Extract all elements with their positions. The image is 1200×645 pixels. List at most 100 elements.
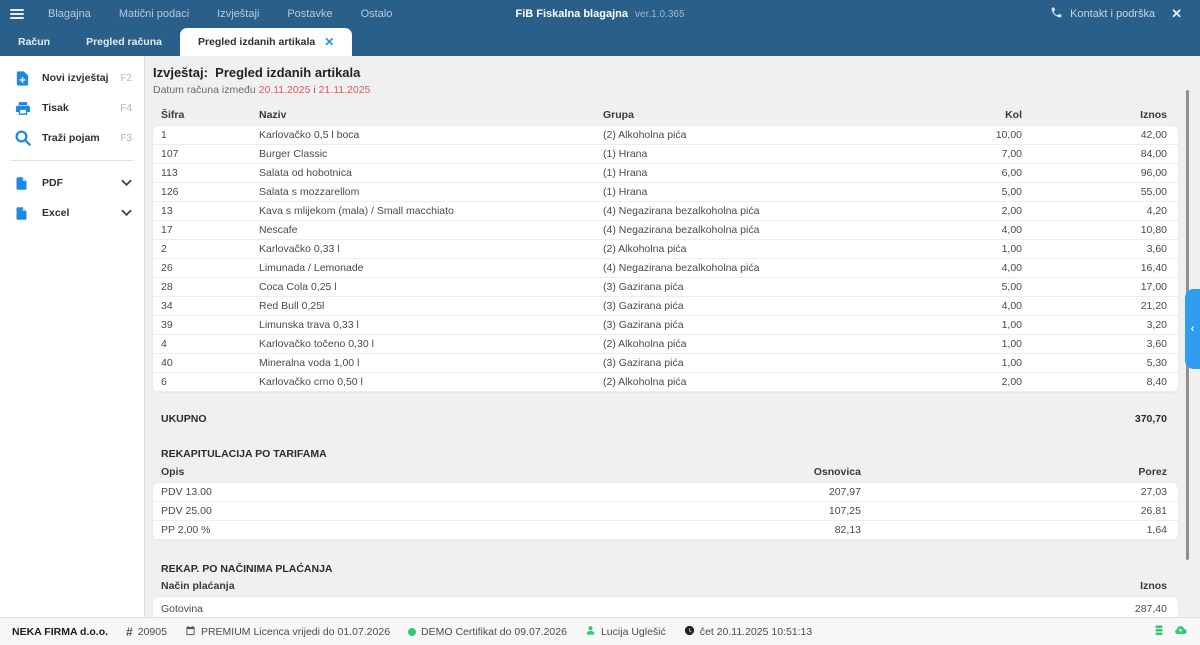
cell-iznos: 55,00 — [1022, 183, 1167, 202]
tab-racun[interactable]: Račun — [0, 28, 68, 56]
panel-expand-handle[interactable]: ‹ — [1185, 289, 1200, 369]
date-to[interactable]: 21.11.2025 — [319, 84, 371, 96]
cell-porez: 1,64 — [861, 521, 1167, 540]
table-row[interactable]: 28 Coca Cola 0,25 l (3) Gazirana pića 5,… — [153, 278, 1178, 297]
sidebar-item-pdf-export[interactable]: PDF — [0, 168, 144, 198]
clock-icon — [684, 625, 695, 639]
table-row[interactable]: 113 Salata od hobotnica (1) Hrana 6,00 9… — [153, 164, 1178, 183]
cell-kol: 7,00 — [902, 145, 1022, 164]
report-title: Izvještaj: Pregled izdanih artikala — [153, 65, 1178, 80]
cell-osnovica: 207,97 — [561, 483, 861, 502]
menu-maticni-podaci[interactable]: Matični podaci — [105, 0, 203, 28]
payment-recap-title: REKAP. PO NAČINIMA PLAĆANJA — [153, 563, 1178, 575]
cell-iznos: 10,80 — [1022, 221, 1167, 240]
tab-close-icon[interactable]: ✕ — [324, 36, 334, 48]
sidebar-item-trazi-pojam[interactable]: Traži pojam F3 — [0, 123, 144, 153]
table-row[interactable]: 107 Burger Classic (1) Hrana 7,00 84,00 — [153, 145, 1178, 164]
phone-icon — [1050, 6, 1063, 22]
cell-naziv: Burger Classic — [259, 145, 603, 164]
tab-pregled-izdanih-artikala[interactable]: Pregled izdanih artikala ✕ — [180, 28, 352, 56]
col-nacin-placanja: Način plaćanja — [161, 580, 1007, 592]
cell-grupa: (4) Negazirana bezalkoholna pića — [603, 221, 902, 240]
table-row[interactable]: 6 Karlovačko crno 0,50 l (2) Alkoholna p… — [153, 373, 1178, 392]
sidebar-item-label: Excel — [42, 207, 121, 219]
cell-sifra: 17 — [161, 221, 259, 240]
cell-sifra: 1 — [161, 126, 259, 145]
cell-osnovica: 82,13 — [561, 521, 861, 540]
user-name: Lucija Uglešić — [601, 626, 666, 638]
cell-sifra: 13 — [161, 202, 259, 221]
sidebar-item-tisak[interactable]: Tisak F4 — [0, 93, 144, 123]
contact-support-label: Kontakt i podrška — [1070, 8, 1155, 20]
tab-pregled-racuna[interactable]: Pregled računa — [68, 28, 180, 56]
table-row[interactable]: 2 Karlovačko 0,33 l (2) Alkoholna pića 1… — [153, 240, 1178, 259]
cell-grupa: (2) Alkoholna pića — [603, 335, 902, 354]
sidebar-item-novi-izvjestaj[interactable]: Novi izvještaj F2 — [0, 63, 144, 93]
sidebar-item-label: Tisak — [42, 102, 120, 114]
terminal-number: 20905 — [138, 626, 167, 638]
menu-postavke[interactable]: Postavke — [273, 0, 346, 28]
sidebar-item-excel-export[interactable]: Excel — [0, 198, 144, 228]
cell-iznos: 17,00 — [1022, 278, 1167, 297]
menu-ostalo[interactable]: Ostalo — [347, 0, 407, 28]
excel-file-icon — [14, 204, 34, 222]
items-table: 1 Karlovačko 0,5 l boca (2) Alkoholna pi… — [153, 126, 1178, 392]
cell-kol: 2,00 — [902, 202, 1022, 221]
current-datetime: čet 20.11.2025 10:51:13 — [700, 626, 813, 638]
table-row[interactable]: 13 Kava s mlijekom (mala) / Small macchi… — [153, 202, 1178, 221]
cell-kol: 4,00 — [902, 297, 1022, 316]
calendar-icon — [185, 625, 196, 639]
cell-iznos: 5,30 — [1022, 354, 1167, 373]
chevron-down-icon[interactable] — [121, 174, 132, 192]
app-name: FiB Fiskalna blagajna — [515, 8, 627, 20]
col-sifra: Šifra — [161, 109, 259, 121]
col-grupa: Grupa — [603, 109, 902, 121]
table-row[interactable]: 40 Mineralna voda 1,00 l (3) Gazirana pi… — [153, 354, 1178, 373]
col-osnovica: Osnovica — [561, 466, 861, 478]
date-range-label: Datum računa između — [153, 84, 256, 96]
date-from[interactable]: 20.11.2025 — [259, 84, 311, 96]
cell-grupa: (4) Negazirana bezalkoholna pića — [603, 202, 902, 221]
sidebar-item-label: Traži pojam — [42, 132, 120, 144]
hamburger-menu-icon[interactable] — [0, 7, 34, 21]
cell-grupa: (1) Hrana — [603, 145, 902, 164]
cell-opis: PP 2,00 % — [161, 521, 561, 540]
menu-blagajna[interactable]: Blagajna — [34, 0, 105, 28]
table-row[interactable]: 39 Limunska trava 0,33 l (3) Gazirana pi… — [153, 316, 1178, 335]
pdf-file-icon — [14, 174, 34, 192]
status-bar: NEKA FIRMA d.o.o. # 20905 PREMIUM Licenc… — [0, 617, 1200, 645]
cell-porez: 26,81 — [861, 502, 1167, 521]
cell-kol: 10,00 — [902, 126, 1022, 145]
chevron-down-icon[interactable] — [121, 204, 132, 222]
table-row[interactable]: 17 Nescafe (4) Negazirana bezalkoholna p… — [153, 221, 1178, 240]
table-row[interactable]: 26 Limunada / Lemonade (4) Negazirana be… — [153, 259, 1178, 278]
menu-izvjestaji[interactable]: Izvještaji — [203, 0, 273, 28]
table-row: PP 2,00 % 82,13 1,64 — [153, 521, 1178, 540]
table-row[interactable]: 4 Karlovačko točeno 0,30 l (2) Alkoholna… — [153, 335, 1178, 354]
items-table-header: Šifra Naziv Grupa Kol Iznos — [153, 109, 1178, 121]
cell-sifra: 26 — [161, 259, 259, 278]
cell-sifra: 4 — [161, 335, 259, 354]
certificate-text: DEMO Certifikat do 09.07.2026 — [421, 626, 567, 638]
shortcut-key: F3 — [120, 133, 132, 144]
cell-sifra: 40 — [161, 354, 259, 373]
table-row[interactable]: 34 Red Bull 0,25l (3) Gazirana pića 4,00… — [153, 297, 1178, 316]
col-kol: Kol — [902, 109, 1022, 121]
app-close-button[interactable]: ✕ — [1165, 6, 1188, 22]
contact-support-button[interactable]: Kontakt i podrška — [1050, 6, 1155, 22]
table-row[interactable]: 126 Salata s mozzarellom (1) Hrana 5,00 … — [153, 183, 1178, 202]
payment-recap-table: Gotovina 287,40 Kartice 83,30 — [153, 597, 1178, 617]
col-porez: Porez — [861, 466, 1167, 478]
cell-iznos: 84,00 — [1022, 145, 1167, 164]
tax-recap-header: Opis Osnovica Porez — [153, 466, 1178, 478]
table-row[interactable]: 1 Karlovačko 0,5 l boca (2) Alkoholna pi… — [153, 126, 1178, 145]
cell-grupa: (1) Hrana — [603, 183, 902, 202]
cell-porez: 27,03 — [861, 483, 1167, 502]
sidebar-divider — [10, 160, 134, 161]
cell-grupa: (2) Alkoholna pića — [603, 126, 902, 145]
payment-recap-header: Način plaćanja Iznos — [153, 580, 1178, 592]
cell-iznos: 4,20 — [1022, 202, 1167, 221]
user-icon — [585, 625, 596, 639]
cell-iznos: 3,20 — [1022, 316, 1167, 335]
database-icon — [1153, 624, 1165, 639]
